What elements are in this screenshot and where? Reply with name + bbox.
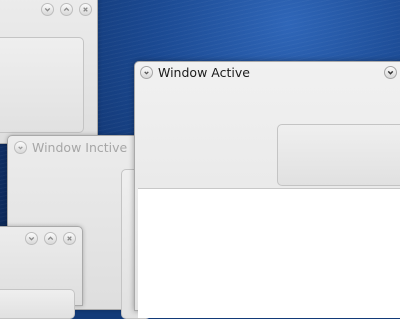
- chevron-down-icon: [44, 7, 51, 12]
- maximize-button[interactable]: [44, 232, 57, 245]
- background-window-top[interactable]: [0, 0, 98, 144]
- minimize-button[interactable]: [384, 66, 397, 79]
- active-window[interactable]: Window Active: [134, 61, 400, 318]
- chevron-down-icon: [28, 236, 35, 241]
- chevron-up-icon: [47, 236, 54, 241]
- minimize-button[interactable]: [41, 3, 54, 16]
- toolbar-panel: [277, 124, 400, 186]
- chevron-down-icon: [144, 71, 149, 75]
- chevron-down-icon: [18, 146, 23, 150]
- window-titlebar[interactable]: Window Inctive: [8, 136, 146, 158]
- minimize-button[interactable]: [25, 232, 38, 245]
- close-icon: [67, 236, 72, 241]
- close-button[interactable]: [63, 232, 76, 245]
- chevron-up-icon: [63, 7, 70, 12]
- window-title: Window Active: [158, 65, 250, 80]
- content-panel: [0, 37, 84, 133]
- maximize-button[interactable]: [60, 3, 73, 16]
- close-button[interactable]: [79, 3, 92, 16]
- window-titlebar[interactable]: [0, 0, 97, 21]
- bottom-window[interactable]: [0, 226, 83, 319]
- window-titlebar[interactable]: [0, 227, 82, 249]
- content-area[interactable]: [138, 188, 400, 318]
- content-panel: [0, 289, 75, 319]
- window-titlebar[interactable]: Window Active: [135, 62, 400, 84]
- window-title: Window Inctive: [32, 140, 128, 155]
- chevron-down-icon: [387, 70, 394, 75]
- window-menu-button[interactable]: [14, 141, 27, 154]
- window-menu-button[interactable]: [140, 66, 153, 79]
- close-icon: [83, 7, 88, 12]
